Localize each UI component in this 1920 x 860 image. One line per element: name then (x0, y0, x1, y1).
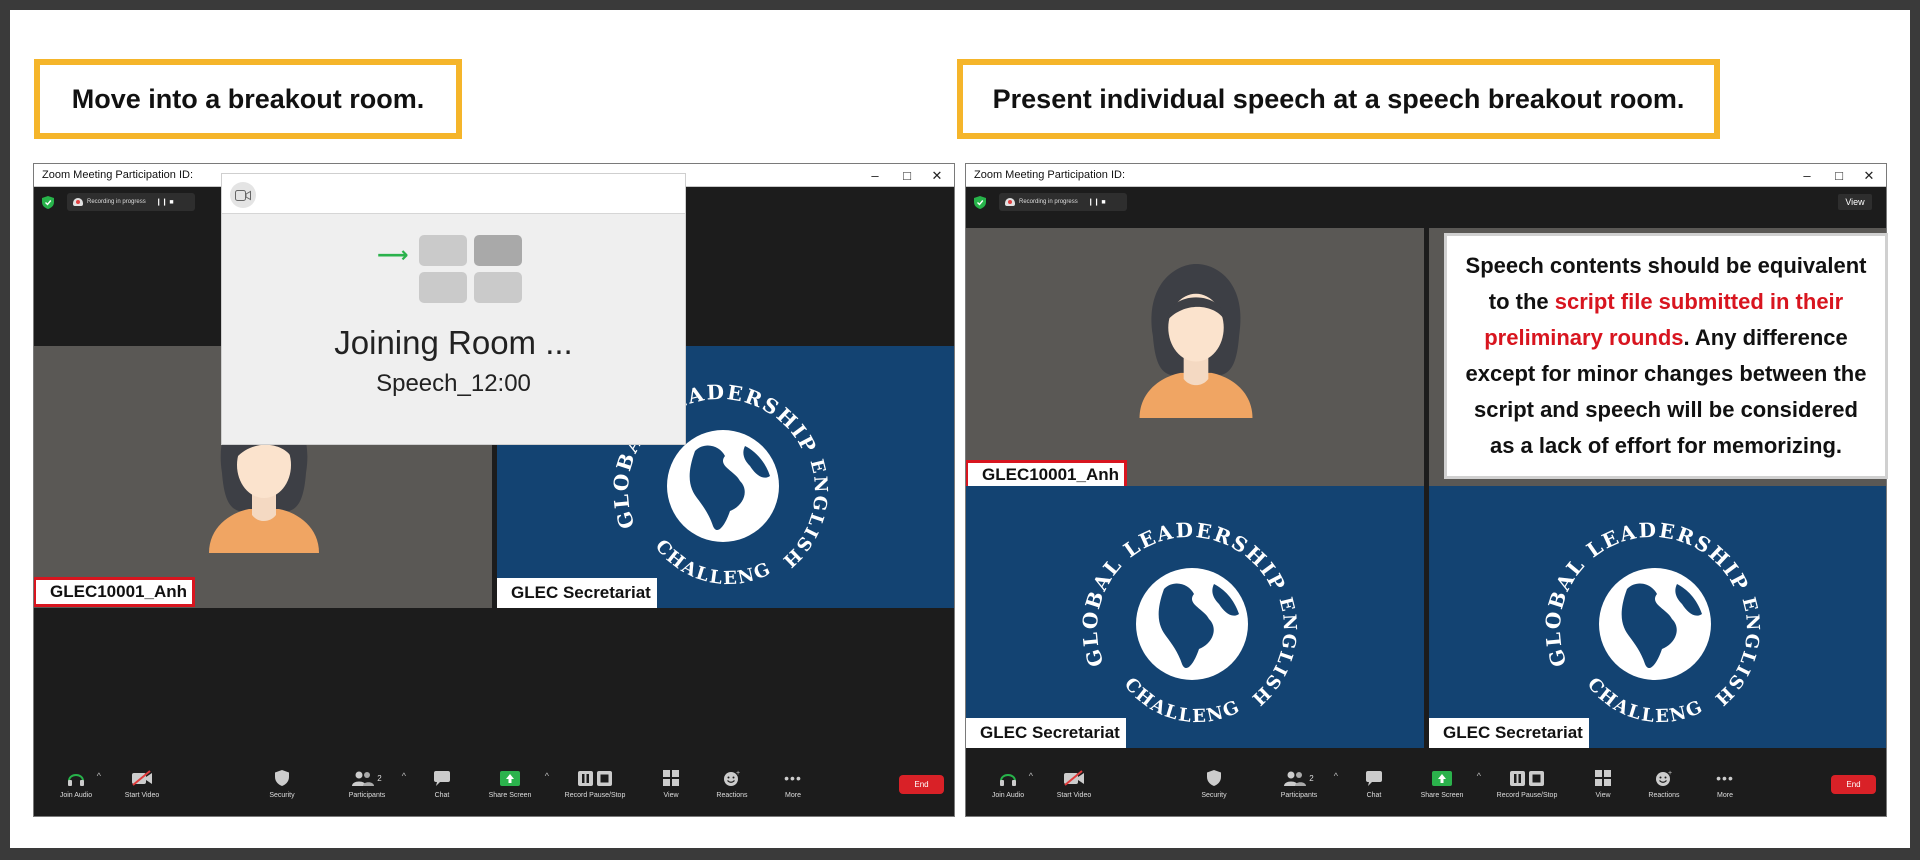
join-audio-button[interactable]: Join Audio ^ (41, 768, 111, 799)
share-screen-icon (1432, 770, 1452, 786)
recording-indicator[interactable]: Recording in progress ❙❙ ■ (67, 193, 195, 211)
logo-side-text: ENGLISH (1709, 595, 1761, 710)
recording-cloud-icon (1005, 198, 1015, 206)
dialog-header (222, 174, 685, 214)
video-tile-host-1: GLOBAL LEADERSHIP ENGLISH CHALLENGE GLEC… (966, 486, 1424, 748)
end-meeting-button[interactable]: End (899, 775, 944, 794)
logo-side-text: ENGLISH (777, 457, 829, 572)
view-menu-button[interactable]: View (1838, 194, 1872, 210)
nametag-student: GLEC10001_Anh (34, 577, 195, 607)
title-bar: Zoom Meeting Participation ID: – □ ✕ (966, 164, 1886, 187)
speech-instruction-note: Speech contents should be equivalent to … (1444, 233, 1888, 479)
participants-button[interactable]: 2 Participants ^ (332, 768, 406, 799)
share-screen-icon (500, 770, 520, 786)
participants-icon (352, 771, 375, 786)
chat-button[interactable]: Chat (1339, 768, 1409, 799)
reactions-button[interactable]: + Reactions (697, 768, 767, 799)
record-button[interactable]: Record Pause/Stop (1492, 768, 1562, 799)
recording-text: Recording in progress (87, 199, 146, 205)
meeting-toolbar: Join Audio ^ Start Video Security 2 Parti… (34, 760, 954, 816)
avatar-icon (1139, 264, 1253, 418)
shield-icon[interactable] (42, 196, 54, 209)
security-shield-icon (1207, 770, 1221, 786)
joining-room-title: Joining Room ... (334, 324, 573, 361)
svg-text:ENGLISH: ENGLISH (1246, 595, 1300, 710)
headphones-icon (68, 774, 84, 786)
reactions-icon: + (1656, 770, 1672, 786)
recording-indicator[interactable]: Recording in progress ❙❙ ■ (999, 193, 1127, 211)
security-button[interactable]: Security (247, 768, 317, 799)
security-button[interactable]: Security (1179, 768, 1249, 799)
view-grid-icon (663, 770, 679, 786)
recording-cloud-icon (73, 198, 83, 206)
start-video-button[interactable]: Start Video (1039, 768, 1109, 799)
more-button[interactable]: ••• More (1690, 768, 1760, 799)
video-off-icon (132, 770, 152, 786)
start-video-button[interactable]: Start Video (107, 768, 177, 799)
reactions-button[interactable]: + Reactions (1629, 768, 1699, 799)
join-audio-button[interactable]: Join Audio ^ (973, 768, 1043, 799)
end-meeting-button[interactable]: End (1831, 775, 1876, 794)
record-icon (578, 770, 612, 786)
meeting-top-strip: Recording in progress ❙❙ ■ View (966, 187, 1886, 217)
video-tile-host-2: GLOBAL LEADERSHIP ENGLISH CHALLENGE GLEC… (1429, 486, 1886, 748)
view-button[interactable]: View (636, 768, 706, 799)
maximize-button[interactable]: □ (892, 164, 922, 187)
chat-icon (1366, 770, 1382, 786)
camera-icon[interactable] (230, 182, 256, 208)
headphones-icon (1000, 774, 1016, 786)
svg-text:+: + (1668, 770, 1672, 777)
nametag-host: GLEC Secretariat (497, 578, 657, 608)
nametag-host: GLEC Secretariat (1429, 718, 1589, 748)
participant-count: 2 (377, 773, 382, 783)
close-button[interactable]: ✕ (922, 164, 952, 187)
window-title: Zoom Meeting Participation ID: (42, 169, 194, 181)
shield-icon[interactable] (974, 196, 986, 209)
recording-controls[interactable]: ❙❙ ■ (1088, 198, 1106, 206)
record-button[interactable]: Record Pause/Stop (560, 768, 630, 799)
recording-controls[interactable]: ❙❙ ■ (156, 198, 174, 206)
more-icon: ••• (784, 770, 802, 786)
callout-move-breakout: Move into a breakout room. (34, 59, 462, 139)
breakout-room-name: Speech_12:00 (376, 370, 531, 397)
glec-logo-icon: GLOBAL LEADERSHIP ENGLISH CHALLENGE (1074, 504, 1300, 727)
breakout-grid-icon (419, 235, 523, 303)
minimize-button[interactable]: – (1792, 164, 1822, 187)
recording-text: Recording in progress (1019, 199, 1078, 205)
svg-text:+: + (736, 770, 740, 777)
record-icon (1510, 770, 1544, 786)
svg-text:ENGLISH: ENGLISH (1709, 595, 1763, 710)
meeting-toolbar: Join Audio ^ Start Video Security 2 Parti… (966, 760, 1886, 816)
reactions-icon: + (724, 770, 740, 786)
participant-count: 2 (1309, 773, 1314, 783)
video-off-icon (1064, 770, 1084, 786)
window-title: Zoom Meeting Participation ID: (974, 169, 1126, 181)
participants-icon (1284, 771, 1307, 786)
video-tile-student: GLEC10001_Anh (966, 228, 1424, 490)
security-shield-icon (275, 770, 289, 786)
glec-logo-icon: GLOBAL LEADERSHIP ENGLISH CHALLENGE (1537, 504, 1763, 727)
maximize-button[interactable]: □ (1824, 164, 1854, 187)
more-icon: ••• (1716, 770, 1734, 786)
chat-icon (434, 770, 450, 786)
view-button[interactable]: View (1568, 768, 1638, 799)
chat-button[interactable]: Chat (407, 768, 477, 799)
callout-present-speech: Present individual speech at a speech br… (957, 59, 1720, 139)
participants-button[interactable]: 2 Participants ^ (1264, 768, 1338, 799)
close-button[interactable]: ✕ (1854, 164, 1884, 187)
minimize-button[interactable]: – (860, 164, 890, 187)
view-grid-icon (1595, 770, 1611, 786)
nametag-host: GLEC Secretariat (966, 718, 1126, 748)
share-screen-button[interactable]: Share Screen ^ (1407, 768, 1481, 799)
share-screen-button[interactable]: Share Screen ^ (475, 768, 549, 799)
logo-side-text: ENGLISH (1246, 595, 1298, 710)
note-text: Speech contents should be equivalent to … (1465, 253, 1867, 458)
canvas: Move into a breakout room. Present indiv… (10, 10, 1910, 848)
joining-room-dialog: ⟶ Joining Room ... Speech_12:00 (221, 173, 686, 445)
arrow-right-icon: ⟶ (377, 242, 409, 267)
svg-text:ENGLISH: ENGLISH (777, 457, 831, 572)
more-button[interactable]: ••• More (758, 768, 828, 799)
